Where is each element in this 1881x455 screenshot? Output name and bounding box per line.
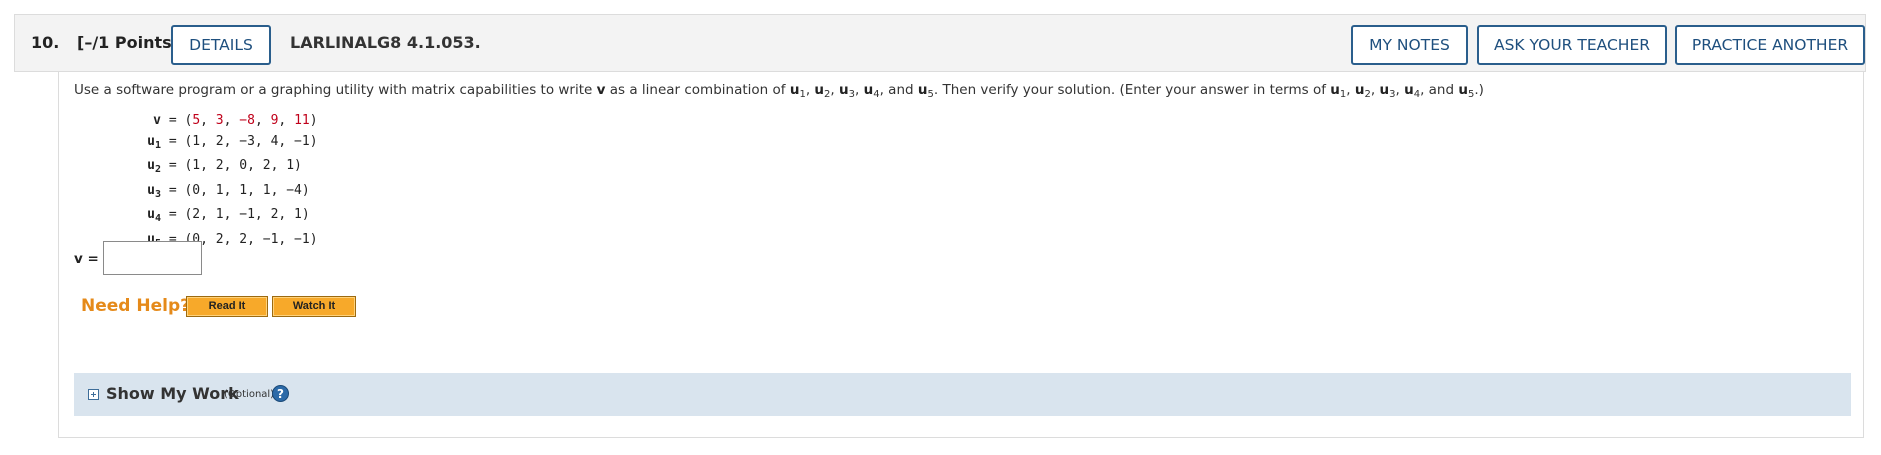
help-question-icon[interactable]: ? [272,385,289,402]
watch-it-button[interactable]: Watch It [272,296,356,317]
vector-u3: u3 = (0, 1, 1, 1, −4) [147,182,310,200]
question-instructions: Use a software program or a graphing uti… [74,82,1484,100]
my-notes-button[interactable]: MY NOTES [1351,25,1468,65]
problem-code: LARLINALG8 4.1.053. [290,33,481,52]
question-points: [–/1 Points] [77,33,179,52]
vector-u2: u2 = (1, 2, 0, 2, 1) [147,158,302,175]
vector-u1: u1 = (1, 2, −3, 4, −1) [147,133,318,151]
vector-v: v = (5, 3, −8, 9, 11) [153,113,318,128]
details-button[interactable]: DETAILS [171,25,271,65]
vector-u4: u4 = (2, 1, −1, 2, 1) [147,207,310,224]
vector-list: v = (5, 3, −8, 9, 11) u1 = (1, 2, −3, 4,… [131,111,318,254]
answer-label: v = [74,251,99,267]
question-body: Use a software program or a graphing uti… [58,72,1864,438]
show-my-work-bar[interactable]: Show My Work (Optional) ? [74,373,1851,416]
need-help-label: Need Help? [81,296,190,316]
show-my-work-optional: (Optional) [224,389,275,400]
expand-plus-icon[interactable] [88,389,99,400]
practice-another-button[interactable]: PRACTICE ANOTHER [1675,25,1865,65]
show-my-work-title[interactable]: Show My Work [106,384,239,403]
answer-input[interactable] [103,241,202,275]
ask-your-teacher-button[interactable]: ASK YOUR TEACHER [1477,25,1667,65]
read-it-button[interactable]: Read It [186,296,268,317]
question-number: 10. [31,33,60,52]
question-header: 10. [–/1 Points] DETAILS LARLINALG8 4.1.… [14,14,1866,72]
